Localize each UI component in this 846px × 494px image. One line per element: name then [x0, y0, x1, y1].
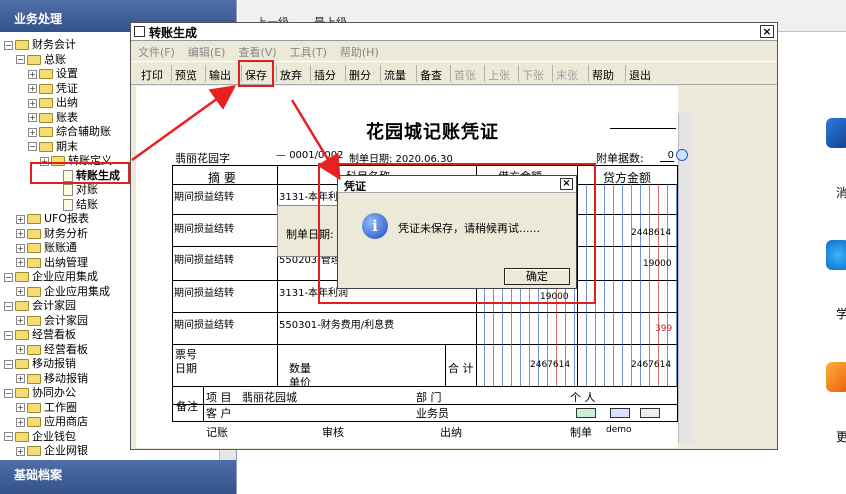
- annotation-arrows: [131, 85, 341, 181]
- arrow-to-dialog: [290, 99, 341, 181]
- arrow-to-save: [131, 85, 237, 162]
